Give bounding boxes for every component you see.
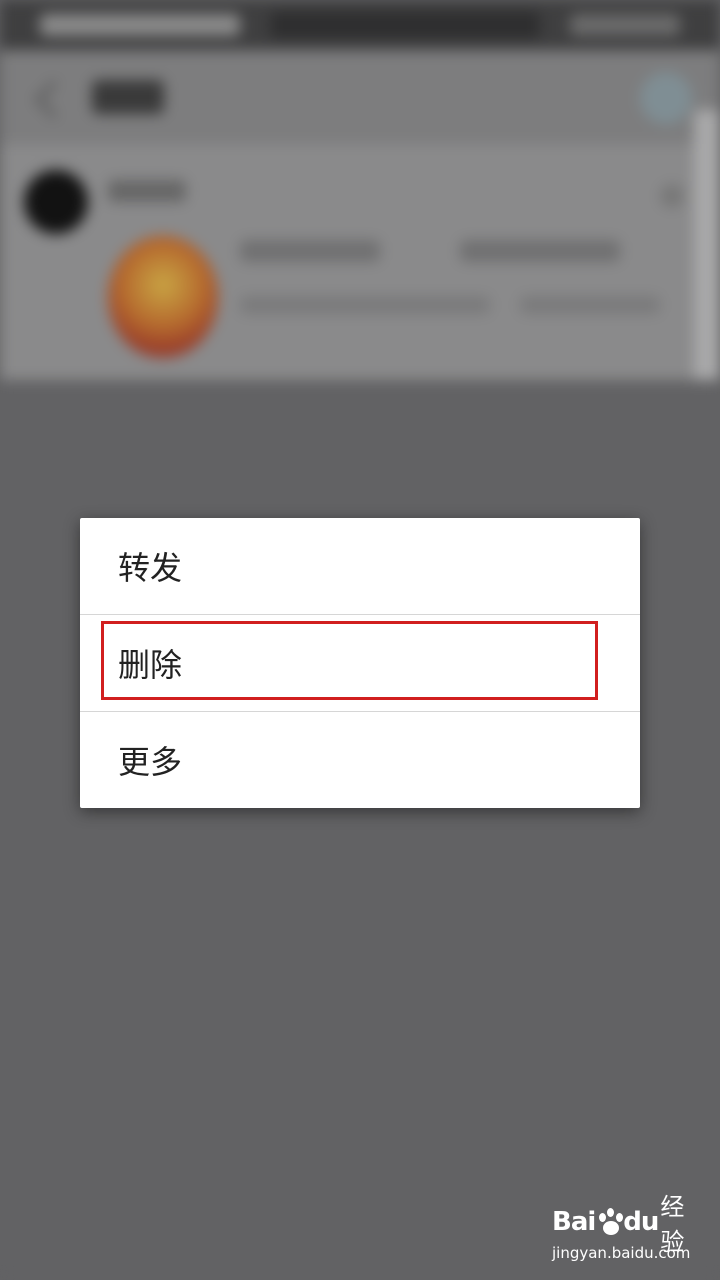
paw-icon bbox=[596, 1205, 624, 1239]
app-header bbox=[0, 50, 720, 144]
header-profile-icon bbox=[640, 72, 692, 124]
menu-item-label: 转发 bbox=[118, 549, 183, 587]
message-title-line bbox=[460, 240, 620, 262]
menu-item-label: 删除 bbox=[118, 646, 183, 684]
header-title bbox=[92, 80, 164, 114]
sender-avatar bbox=[24, 170, 88, 234]
context-menu-dialog: 转发 删除 更多 bbox=[80, 518, 640, 808]
message-body-line bbox=[240, 296, 490, 314]
more-icon bbox=[660, 184, 684, 208]
status-bar-right bbox=[570, 14, 680, 36]
baidu-jingyan-watermark: Bai du 经验 jingyan.baidu.com bbox=[552, 1193, 702, 1270]
watermark-brand-left: Bai bbox=[552, 1207, 596, 1237]
menu-item-forward[interactable]: 转发 bbox=[80, 518, 640, 614]
status-bar bbox=[0, 0, 720, 50]
message-body-line bbox=[520, 296, 660, 314]
status-bar-center bbox=[270, 12, 540, 38]
message-title-line bbox=[240, 240, 380, 262]
watermark-brand-right: du bbox=[623, 1207, 659, 1237]
menu-item-delete[interactable]: 删除 bbox=[80, 615, 640, 711]
side-panel-edge bbox=[694, 110, 720, 380]
message-thumbnail bbox=[108, 236, 218, 358]
sender-name bbox=[108, 180, 186, 202]
menu-item-more[interactable]: 更多 bbox=[80, 712, 640, 808]
back-arrow-icon bbox=[34, 80, 73, 119]
status-bar-left bbox=[40, 14, 240, 36]
watermark-url: jingyan.baidu.com bbox=[552, 1244, 691, 1262]
chat-message-card bbox=[0, 144, 720, 380]
watermark-logo: Bai du 经验 bbox=[552, 1193, 702, 1256]
menu-item-label: 更多 bbox=[118, 743, 183, 781]
